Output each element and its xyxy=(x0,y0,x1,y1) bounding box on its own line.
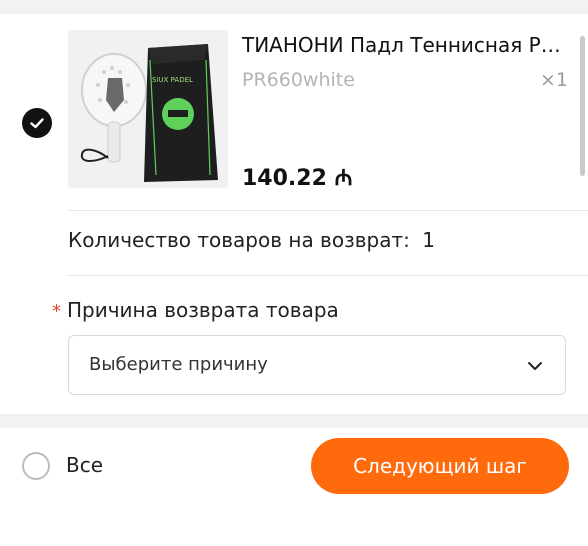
chevron-down-icon xyxy=(528,362,542,370)
required-mark: * xyxy=(52,301,61,322)
product-variant: PR660white xyxy=(242,69,355,91)
return-reason-select[interactable]: Выберите причину xyxy=(68,335,566,395)
scrollbar[interactable] xyxy=(580,36,585,176)
item-quantity: ×1 xyxy=(539,69,568,91)
item-price: 140.22 ₼ xyxy=(242,162,352,192)
return-quantity-row: Количество товаров на возврат: 1 xyxy=(68,228,435,252)
return-reason-label-text: Причина возврата товара xyxy=(67,298,339,322)
currency-symbol: ₼ xyxy=(334,166,353,191)
padel-racket-and-bag-image: SIUX PADEL xyxy=(68,30,228,188)
top-strip xyxy=(0,0,588,14)
return-quantity-label: Количество товаров на возврат: xyxy=(68,228,410,252)
check-icon xyxy=(30,118,44,129)
product-title[interactable]: ТИАНОНИ Падл Теннисная Рак... xyxy=(242,32,572,58)
divider xyxy=(68,275,588,276)
price-value: 140.22 xyxy=(242,166,327,191)
bottom-action-bar: Все Следующий шаг xyxy=(0,428,588,546)
divider xyxy=(68,210,588,211)
return-reason-label: * Причина возврата товара xyxy=(52,298,339,322)
product-image[interactable]: SIUX PADEL xyxy=(68,30,228,188)
return-reason-placeholder: Выберите причину xyxy=(89,354,268,375)
next-step-button[interactable]: Следующий шаг xyxy=(311,438,569,494)
svg-text:SIUX PADEL: SIUX PADEL xyxy=(152,76,193,84)
item-select-checkbox[interactable] xyxy=(22,108,52,138)
select-all-radio[interactable] xyxy=(22,452,50,480)
return-request-screen: SIUX PADEL ТИАНОНИ Падл Теннисная Рак...… xyxy=(0,0,588,546)
select-all-label[interactable]: Все xyxy=(66,453,103,477)
return-quantity-value: 1 xyxy=(422,228,435,252)
return-item-card: SIUX PADEL ТИАНОНИ Падл Теннисная Рак...… xyxy=(0,14,588,414)
